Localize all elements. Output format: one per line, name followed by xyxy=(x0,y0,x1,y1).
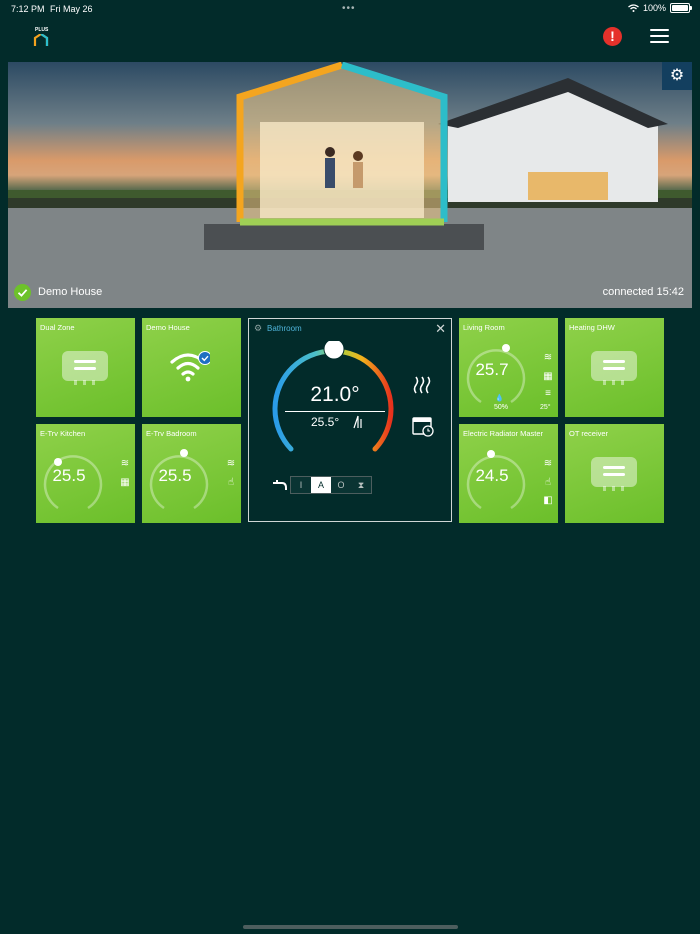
mode-off-button[interactable]: O xyxy=(331,477,351,493)
heating-waves-icon: ≋ xyxy=(543,458,553,469)
schedule-icon: ▦ xyxy=(120,477,130,488)
tile-demo-house[interactable]: Demo House xyxy=(142,318,241,417)
status-time: 7:12 PM xyxy=(11,4,45,14)
tile-dual-zone[interactable]: Dual Zone xyxy=(36,318,135,417)
mode-selector[interactable]: I A O ⧗ xyxy=(290,476,372,494)
tile-living-room[interactable]: Living Room 25.7 ≋ ▦ ≡ 💧 50% 25° xyxy=(459,318,558,417)
tile-name: Living Room xyxy=(463,323,505,332)
alert-icon[interactable]: ! xyxy=(603,27,622,46)
receiver-icon xyxy=(591,457,637,491)
banner-settings-gear-icon[interactable]: ⚙ xyxy=(662,62,692,90)
gateway-wifi-icon xyxy=(170,348,212,384)
status-right: 100% xyxy=(628,3,692,13)
mode-auto-button[interactable]: A xyxy=(311,477,331,493)
heating-waves-icon xyxy=(413,376,431,394)
connection-status: connected 15:42 xyxy=(602,286,684,298)
receiver-icon xyxy=(591,351,637,385)
house-logo-icon xyxy=(33,34,49,46)
floor-sensor-icon xyxy=(353,415,362,429)
heating-waves-icon: ≋ xyxy=(120,458,130,469)
manual-hand-icon: ☝ xyxy=(227,477,235,488)
tile-temperature: 25.7 xyxy=(475,360,509,379)
banner-illustration xyxy=(8,62,692,308)
outdoor-temp-icon: ≡ xyxy=(545,388,551,399)
tile-etrv-kitchen[interactable]: E-Trv Kitchen 25.5 ≋ ▦ xyxy=(36,424,135,523)
tile-name: Dual Zone xyxy=(40,323,75,332)
tile-temperature: 25.5 xyxy=(52,466,86,485)
multitask-dots-icon[interactable]: ••• xyxy=(342,3,356,14)
tile-heating-dhw[interactable]: Heating DHW xyxy=(565,318,664,417)
receiver-icon xyxy=(62,351,108,385)
battery-percent: 100% xyxy=(642,3,666,13)
schedule-icon: ▦ xyxy=(543,371,553,382)
tile-name: Electric Radiator Master xyxy=(463,429,544,438)
thermostat-panel-bathroom[interactable]: ⚙ Bathroom ✕ 21.0° 25.5° I A O ⧗ xyxy=(248,318,452,522)
connected-check-icon xyxy=(14,284,31,301)
humidity-drop-icon: 💧 xyxy=(495,395,504,402)
tile-etrv-badroom[interactable]: E-Trv Badroom 25.5 ≋ ☝ xyxy=(142,424,241,523)
panel-settings-gear-icon[interactable]: ⚙ xyxy=(254,323,262,334)
heating-waves-icon: ≋ xyxy=(543,352,553,363)
panel-title: Bathroom xyxy=(267,324,302,333)
heating-waves-icon: ≋ xyxy=(226,458,236,469)
tile-name: Demo House xyxy=(146,323,190,332)
hot-water-tap-icon[interactable] xyxy=(272,479,288,491)
schedule-calendar-icon[interactable] xyxy=(412,415,434,437)
status-bar: 7:12 PM Fri May 26 ••• 100% xyxy=(0,0,700,18)
tile-electric-radiator-master[interactable]: Electric Radiator Master 24.5 ≋ ☝ ◧ xyxy=(459,424,558,523)
mode-manual-button[interactable]: I xyxy=(291,477,311,493)
tile-name: E-Trv Badroom xyxy=(146,429,197,438)
hamburger-menu-icon[interactable] xyxy=(650,29,669,43)
manual-hand-icon: ☝ xyxy=(544,477,552,488)
window-open-icon: ◧ xyxy=(543,495,553,506)
humidity-value: 50% xyxy=(494,404,509,411)
status-date: Fri May 26 xyxy=(50,4,93,14)
home-indicator[interactable] xyxy=(243,925,458,929)
tile-ot-receiver[interactable]: OT receiver xyxy=(565,424,664,523)
battery-icon xyxy=(670,3,692,13)
dial-divider xyxy=(285,411,385,412)
tile-name: OT receiver xyxy=(569,429,609,438)
close-icon[interactable]: ✕ xyxy=(435,321,446,337)
wifi-status-icon xyxy=(628,4,639,12)
tile-temperature: 25.5 xyxy=(158,466,192,485)
mode-timer-button[interactable]: ⧗ xyxy=(351,477,371,493)
setpoint-temperature: 21.0° xyxy=(310,383,360,406)
tile-name: Heating DHW xyxy=(569,323,615,332)
tile-temperature: 24.5 xyxy=(475,466,509,485)
app-logo: PLUS xyxy=(32,27,50,47)
logo-text: PLUS xyxy=(35,27,49,33)
tile-name: E-Trv Kitchen xyxy=(40,429,86,438)
house-banner[interactable]: ⚙ Demo House connected 15:42 xyxy=(8,62,692,308)
house-name: Demo House xyxy=(38,286,103,298)
outdoor-temp-value: 25° xyxy=(540,404,551,411)
current-temperature: 25.5° xyxy=(311,415,340,429)
